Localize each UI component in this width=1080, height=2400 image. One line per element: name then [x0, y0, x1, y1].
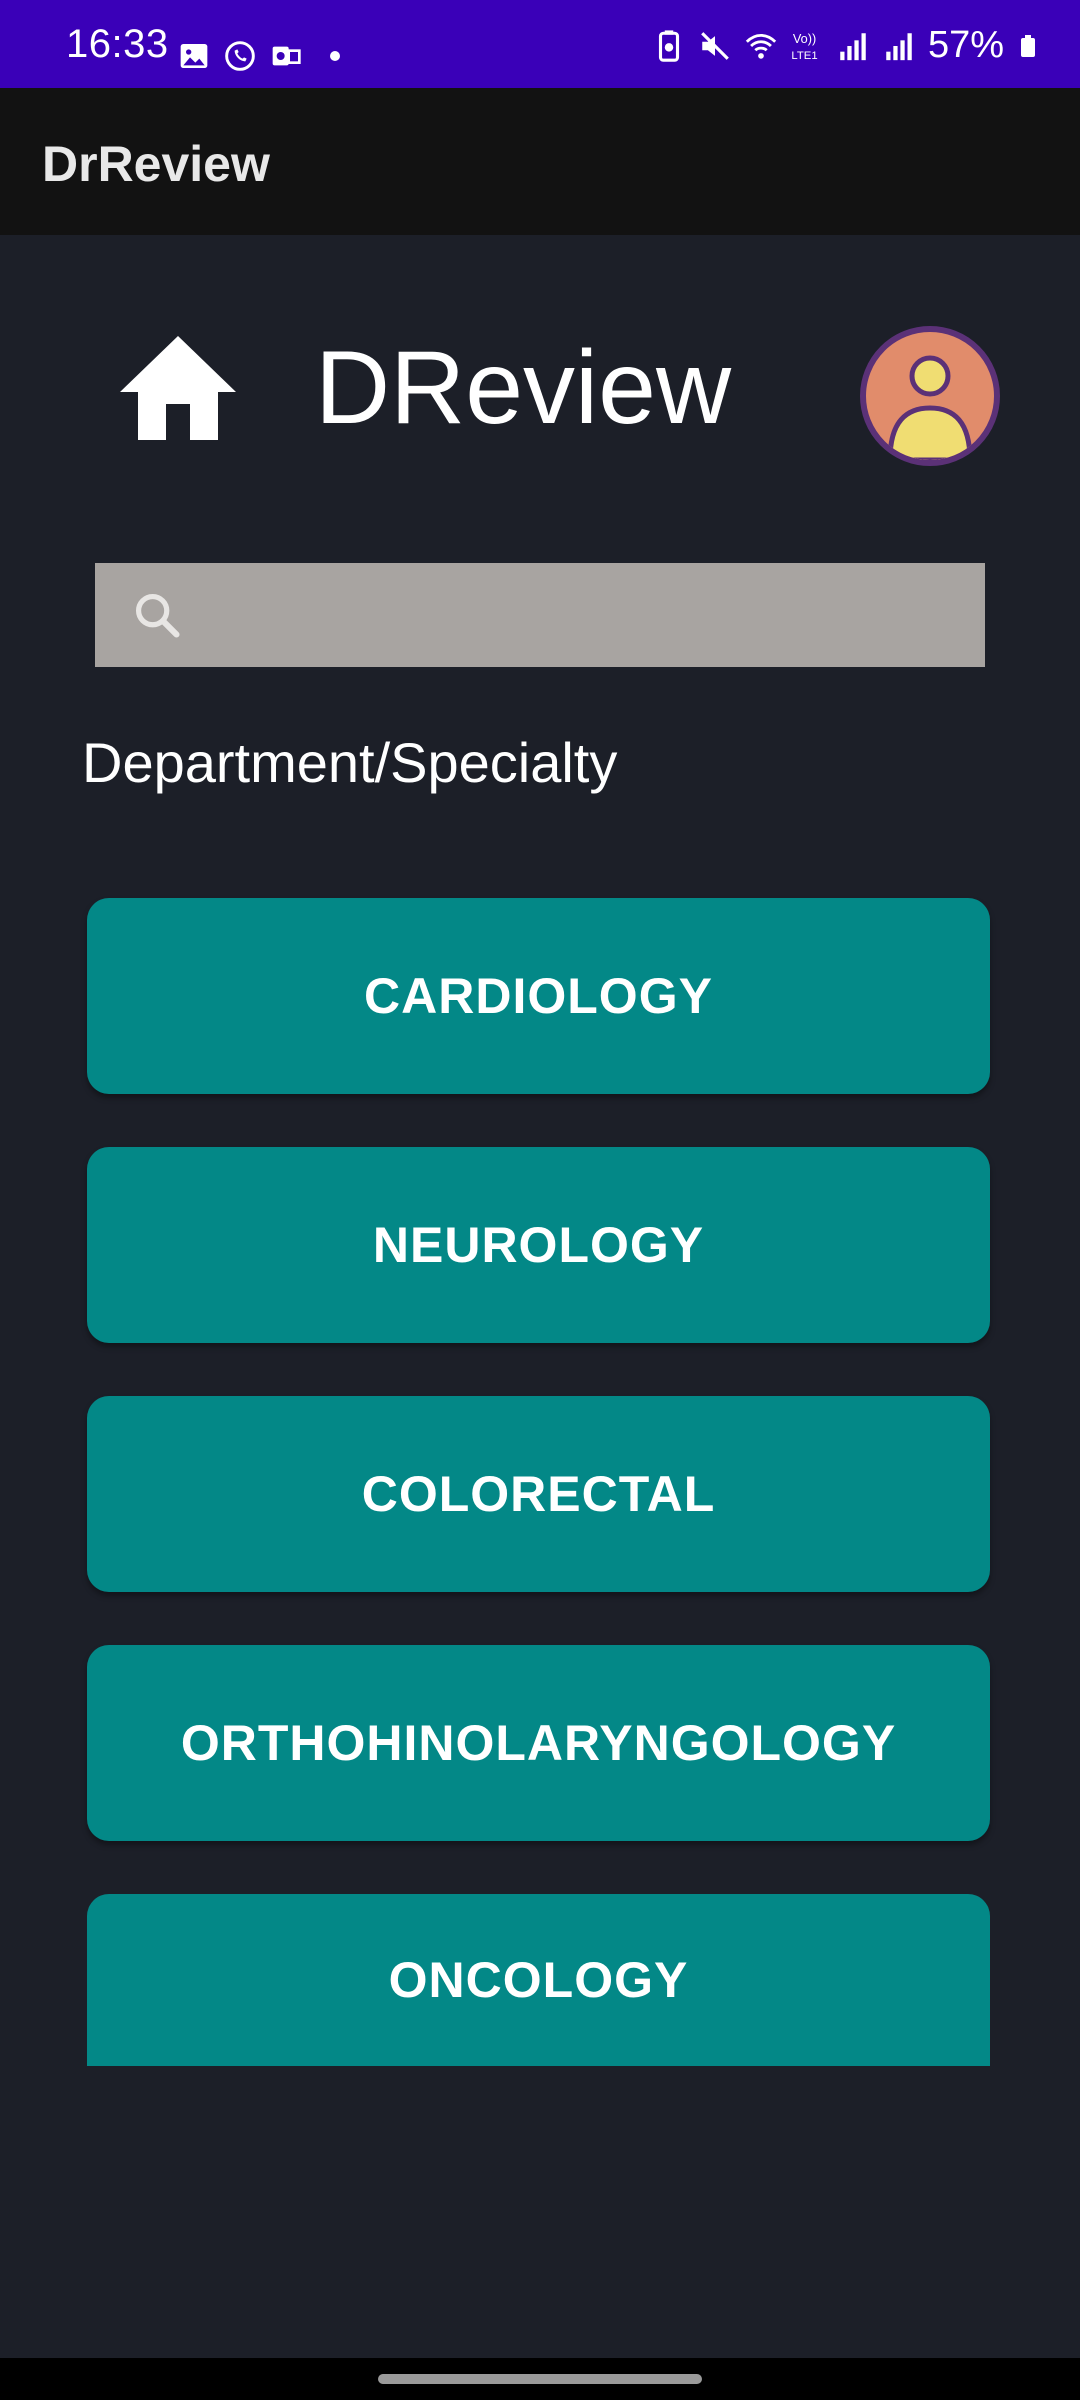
signal-1-icon: [840, 32, 866, 60]
battery-saver-icon: [658, 29, 679, 62]
gallery-icon: [180, 44, 208, 68]
dept-button-colorectal[interactable]: COLORECTAL: [87, 1396, 990, 1592]
section-label: Department/Specialty: [82, 731, 618, 794]
svg-text:Vo)): Vo)): [793, 31, 816, 46]
app-bar-title: DrReview: [42, 136, 270, 192]
profile-avatar[interactable]: [860, 326, 1000, 466]
navigation-bar: [0, 2358, 1080, 2400]
battery-percent: 57%: [927, 24, 1004, 66]
svg-text:LTE1: LTE1: [791, 49, 817, 61]
user-icon: [887, 355, 973, 460]
dept-button-cardiology[interactable]: CARDIOLOGY: [87, 898, 990, 1094]
notification-icons: [178, 40, 340, 72]
brand-title: DReview: [315, 330, 732, 446]
app-bar: DrReview: [0, 88, 1080, 235]
gesture-handle[interactable]: [378, 2374, 702, 2384]
battery-icon: [1021, 34, 1035, 57]
home-icon[interactable]: [118, 334, 238, 444]
screen: 16:33 Vo)) LTE1 57% DrReview DReview Dep…: [0, 0, 1080, 2400]
dept-button-oncology[interactable]: ONCOLOGY: [87, 1894, 990, 2066]
status-time: 16:33: [66, 22, 169, 66]
search-icon: [135, 593, 180, 638]
mute-icon: [701, 31, 729, 60]
search-input[interactable]: [205, 563, 965, 667]
dept-button-orthohinolaryngology[interactable]: ORTHOHINOLARYNGOLOGY: [87, 1645, 990, 1841]
signal-2-icon: [886, 32, 912, 60]
wifi-icon: [745, 33, 777, 59]
outlook-icon: [272, 46, 301, 66]
whatsapp-icon: [225, 41, 255, 71]
search-bar[interactable]: [95, 563, 985, 667]
more-notifications-dot: [330, 51, 340, 61]
status-bar: 16:33 Vo)) LTE1 57%: [0, 0, 1080, 88]
volte-icon: Vo)) LTE1: [791, 31, 817, 62]
system-icons: Vo)) LTE1 57%: [652, 24, 1040, 67]
dept-button-neurology[interactable]: NEUROLOGY: [87, 1147, 990, 1343]
